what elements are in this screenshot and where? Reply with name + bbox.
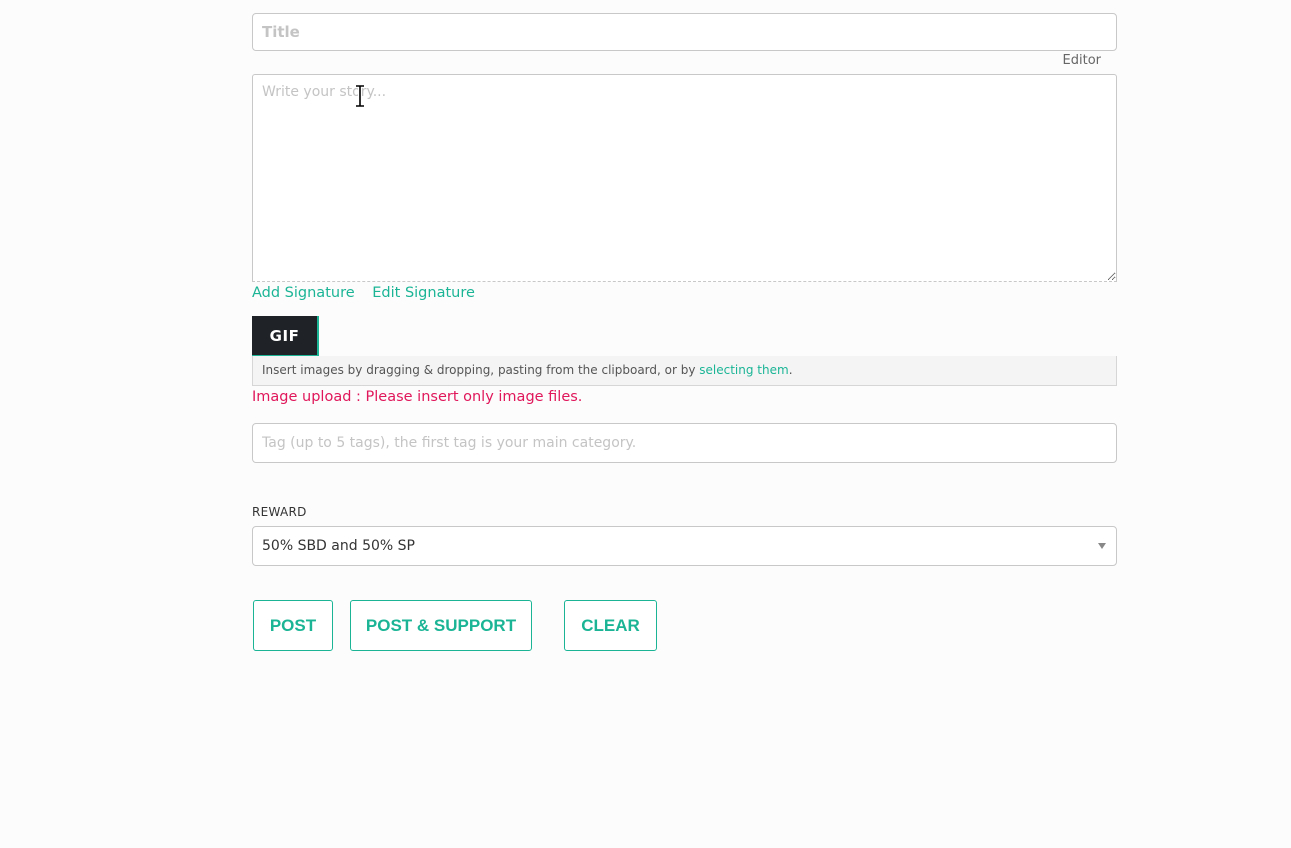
image-upload-error: Image upload : Please insert only image …	[252, 389, 583, 405]
clear-button[interactable]: CLEAR	[564, 600, 657, 651]
image-drop-hint: Insert images by dragging & dropping, pa…	[262, 363, 700, 377]
image-drop-hint-end: .	[788, 363, 793, 377]
title-input[interactable]	[252, 13, 1117, 51]
tag-input[interactable]	[252, 423, 1117, 463]
reward-label: REWARD	[252, 505, 307, 519]
signature-links: Add Signature Edit Signature	[252, 285, 488, 301]
editor-toggle-link[interactable]: Editor	[1063, 53, 1101, 68]
caret-down-icon	[1098, 543, 1106, 549]
image-drop-zone[interactable]: Insert images by dragging & dropping, pa…	[252, 356, 1117, 386]
add-signature-link[interactable]: Add Signature	[252, 285, 355, 301]
gif-button[interactable]: GIF	[252, 316, 319, 357]
post-and-support-button[interactable]: POST & SUPPORT	[350, 600, 532, 651]
reward-selected-value: 50% SBD and 50% SP	[262, 538, 415, 554]
edit-signature-link[interactable]: Edit Signature	[372, 285, 475, 301]
reward-select[interactable]: 50% SBD and 50% SP	[252, 526, 1117, 566]
story-textarea[interactable]	[252, 74, 1117, 282]
post-button[interactable]: POST	[253, 600, 333, 651]
select-images-link[interactable]: selecting them	[699, 363, 788, 377]
